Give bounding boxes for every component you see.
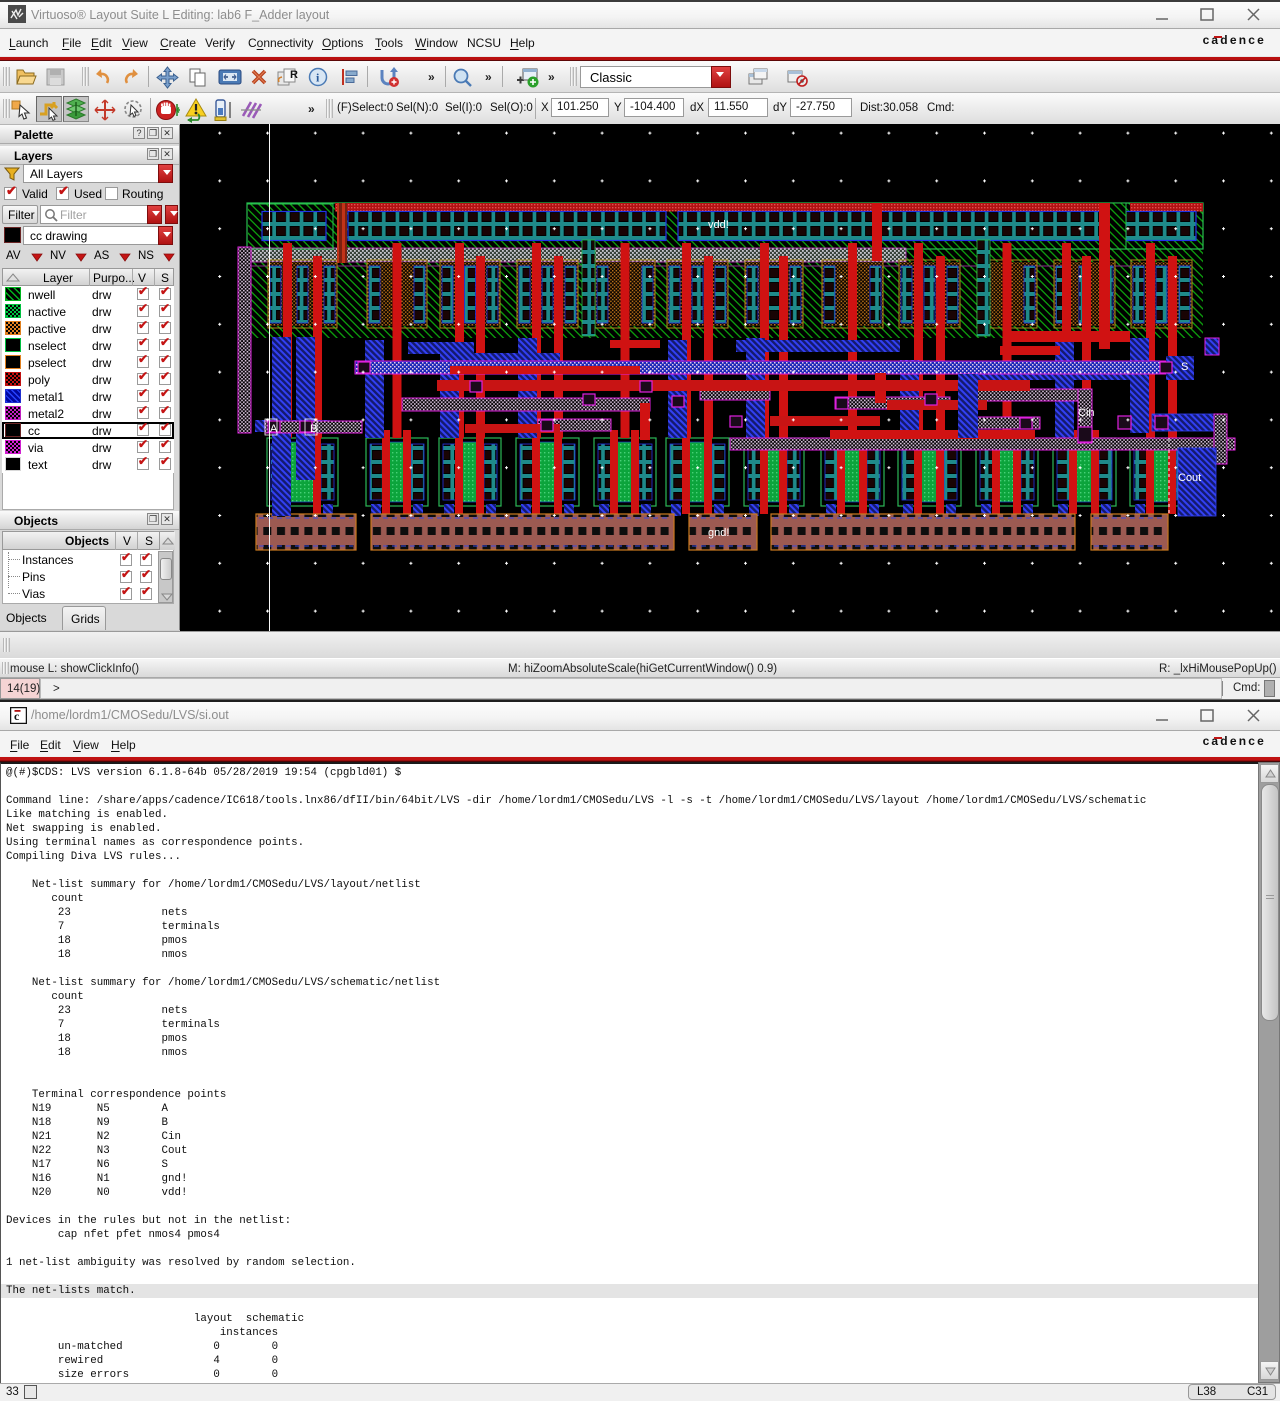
svg-text:R: R (290, 69, 298, 81)
